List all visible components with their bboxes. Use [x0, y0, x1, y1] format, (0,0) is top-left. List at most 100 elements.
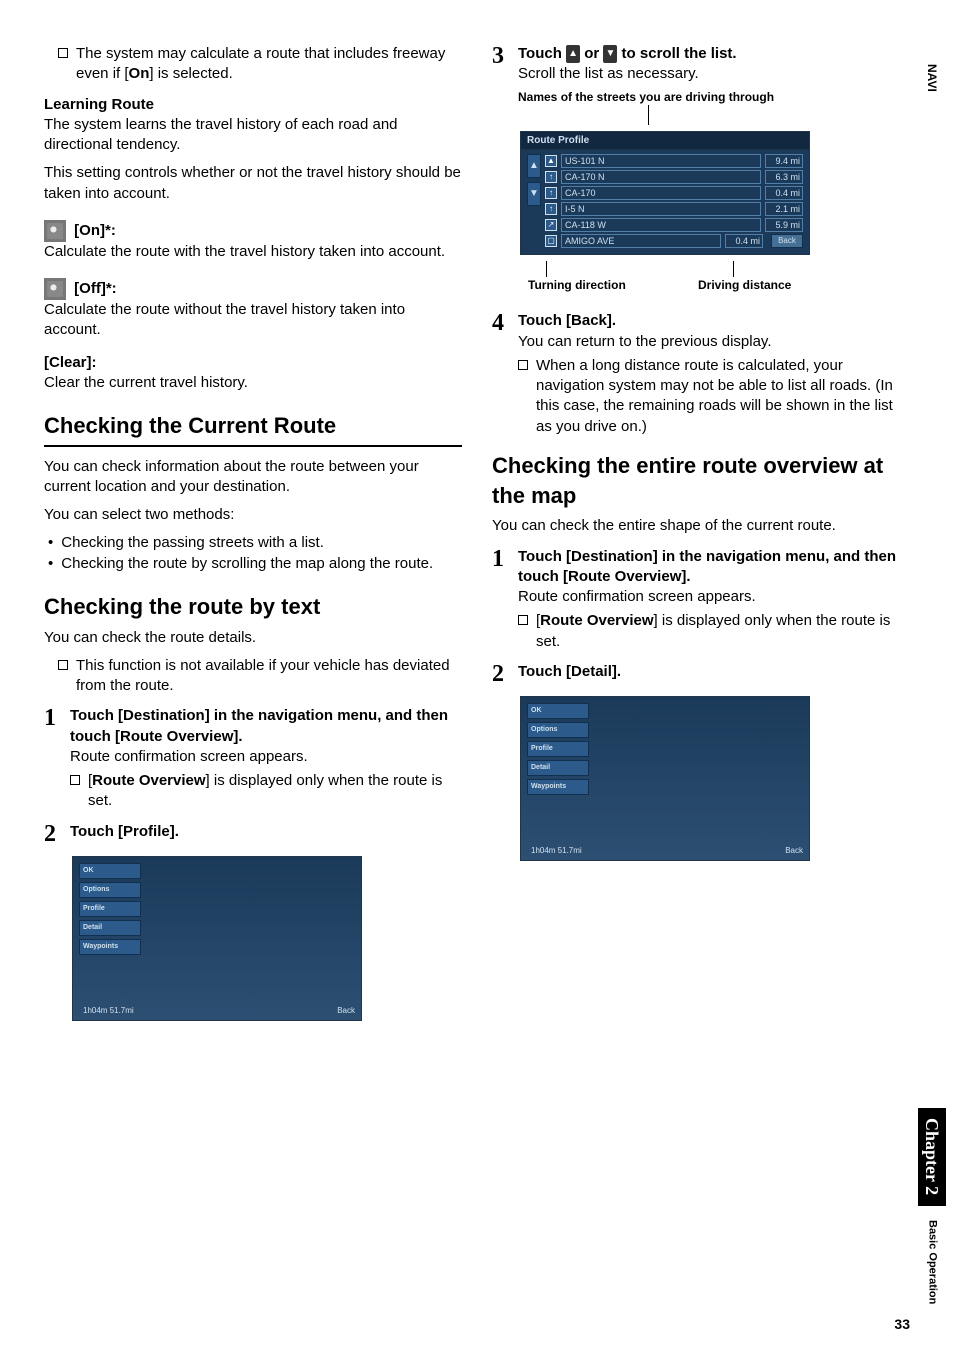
turn-icon: ↑: [545, 187, 557, 199]
left-step-2: 2 Touch [Profile].: [44, 822, 462, 846]
bullet-dot-icon: •: [48, 533, 53, 553]
note-bold: On: [129, 65, 150, 82]
screenshot-profile-button: Profile: [79, 901, 141, 917]
route-row: ▢AMIGO AVE0.4 miBack: [545, 234, 803, 248]
right-map-step-1: 1 Touch [Destination] in the navigation …: [492, 547, 910, 652]
anno-top: Names of the streets you are driving thr…: [518, 89, 910, 105]
turn-icon: ↑: [545, 203, 557, 215]
current-p2: You can select two methods:: [44, 505, 462, 525]
anno-turning: Turning direction: [528, 277, 668, 293]
checking-entire-map-heading: Checking the entire route overview at th…: [492, 451, 910, 510]
road-name: US-101 N: [561, 154, 761, 168]
step2-title: Touch [Profile].: [70, 822, 462, 842]
side-tabs: NAVI Chapter 2 Basic Operation: [920, 60, 944, 1308]
road-name: CA-170: [561, 186, 761, 200]
road-dist: 2.1 mi: [765, 202, 803, 216]
step1-note-bold: Route Overview: [92, 772, 205, 789]
on-text: Calculate the route with the travel hist…: [44, 242, 462, 262]
step-number: 4: [492, 311, 518, 437]
learning-p1: The system learns the travel history of …: [44, 115, 462, 156]
bullet2: Checking the route by scrolling the map …: [61, 554, 433, 574]
right-step-4: 4 Touch [Back]. You can return to the pr…: [492, 311, 910, 437]
bullet-square-icon: [518, 615, 528, 625]
text-note-body: This function is not available if your v…: [76, 656, 462, 697]
off-label: [Off]*:: [74, 280, 116, 297]
screenshot-profile-button: Profile: [527, 741, 589, 757]
turn-icon: ↑: [545, 171, 557, 183]
screenshot-back: Back: [785, 846, 803, 857]
right-step-3: 3 Touch ▲ or ▼ to scroll the list. Scrol…: [492, 44, 910, 125]
step-number: 1: [492, 547, 518, 652]
text-note: This function is not available if your v…: [44, 656, 462, 697]
screenshot-back: Back: [337, 1006, 355, 1017]
road-dist: 6.3 mi: [765, 170, 803, 184]
step4-title: Touch [Back].: [518, 311, 910, 331]
anno-driving: Driving distance: [698, 277, 828, 293]
road-name: CA-170 N: [561, 170, 761, 184]
checking-route-text-heading: Checking the route by text: [44, 592, 462, 622]
route-row: ↗CA-118 W5.9 mi: [545, 218, 803, 232]
screenshot-waypoints-button: Waypoints: [527, 779, 589, 795]
route-profile-screenshot: Route Profile ▲ ▼ ▲US-101 N9.4 mi ↑CA-17…: [520, 131, 810, 256]
screenshot-options-button: Options: [527, 722, 589, 738]
road-dist: 0.4 mi: [765, 186, 803, 200]
step-number: 3: [492, 44, 518, 125]
checking-current-route-heading: Checking the Current Route: [44, 411, 462, 447]
map-p1: You can check the entire shape of the cu…: [492, 516, 910, 536]
screenshot-waypoints-button: Waypoints: [79, 939, 141, 955]
option-on-icon: [44, 220, 66, 242]
route-row: ↑ CA-170 0.4 mi: [545, 186, 803, 200]
map-screenshot-profile: OK Options Profile Detail Waypoints 1h04…: [72, 856, 362, 1021]
road-dist: 9.4 mi: [765, 154, 803, 168]
road-name: I-5 N: [561, 202, 761, 216]
road-dist: 0.4 mi: [725, 234, 763, 248]
screenshot-status: 1h04m 51.7mi: [531, 846, 582, 857]
left-column: The system may calculate a route that in…: [44, 44, 462, 1025]
step4-body: You can return to the previous display.: [518, 332, 910, 352]
off-text: Calculate the route without the travel h…: [44, 300, 462, 341]
right-map-step-2: 2 Touch [Detail].: [492, 662, 910, 686]
step3-body: Scroll the list as necessary.: [518, 64, 910, 84]
turn-icon: ▲: [545, 155, 557, 167]
step-number: 2: [492, 662, 518, 686]
bullet-square-icon: [70, 775, 80, 785]
note-text-end: ] is selected.: [149, 65, 232, 82]
bullet-dot-icon: •: [48, 554, 53, 574]
tab-basic-operation: Basic Operation: [925, 1216, 940, 1308]
right-column: 3 Touch ▲ or ▼ to scroll the list. Scrol…: [492, 44, 910, 1025]
bullet-square-icon: [58, 48, 68, 58]
road-dist: 5.9 mi: [765, 218, 803, 232]
clear-label: [Clear]:: [44, 353, 462, 373]
step3-a: Touch: [518, 45, 566, 62]
learning-p2: This setting controls whether or not the…: [44, 163, 462, 204]
r-step1-body: Route confirmation screen appears.: [518, 587, 910, 607]
anno-line-top-icon: [648, 105, 910, 125]
r-step1-title: Touch [Destination] in the navigation me…: [518, 547, 910, 588]
r-step1-note-bold: Route Overview: [540, 612, 653, 629]
screenshot-ok-button: OK: [527, 703, 589, 719]
step1-title: Touch [Destination] in the navigation me…: [70, 706, 462, 747]
bullet1: Checking the passing streets with a list…: [61, 533, 324, 553]
clear-text: Clear the current travel history.: [44, 373, 462, 393]
option-off-icon: [44, 278, 66, 300]
screenshot-detail-button: Detail: [79, 920, 141, 936]
tab-chapter: Chapter 2: [918, 1108, 946, 1205]
scroll-down-icon: ▼: [603, 45, 617, 63]
route-row: ↑ I-5 N 2.1 mi: [545, 202, 803, 216]
list-down-icon: ▼: [527, 182, 541, 206]
left-step-1: 1 Touch [Destination] in the navigation …: [44, 706, 462, 811]
route-row: ↑ CA-170 N 6.3 mi: [545, 170, 803, 184]
current-p1: You can check information about the rout…: [44, 457, 462, 498]
list-up-icon: ▲: [527, 154, 541, 178]
route-row: ▲ US-101 N 9.4 mi: [545, 154, 803, 168]
turn-icon: ↗: [545, 219, 557, 231]
screenshot-detail-button: Detail: [527, 760, 589, 776]
step3-c: to scroll the list.: [617, 45, 736, 62]
turn-icon: ▢: [545, 235, 557, 247]
scroll-up-icon: ▲: [566, 45, 580, 63]
step-number: 2: [44, 822, 70, 846]
road-name: AMIGO AVE: [561, 234, 721, 248]
step4-note: When a long distance route is calculated…: [536, 356, 910, 437]
learning-route-heading: Learning Route: [44, 95, 462, 115]
step-number: 1: [44, 706, 70, 811]
